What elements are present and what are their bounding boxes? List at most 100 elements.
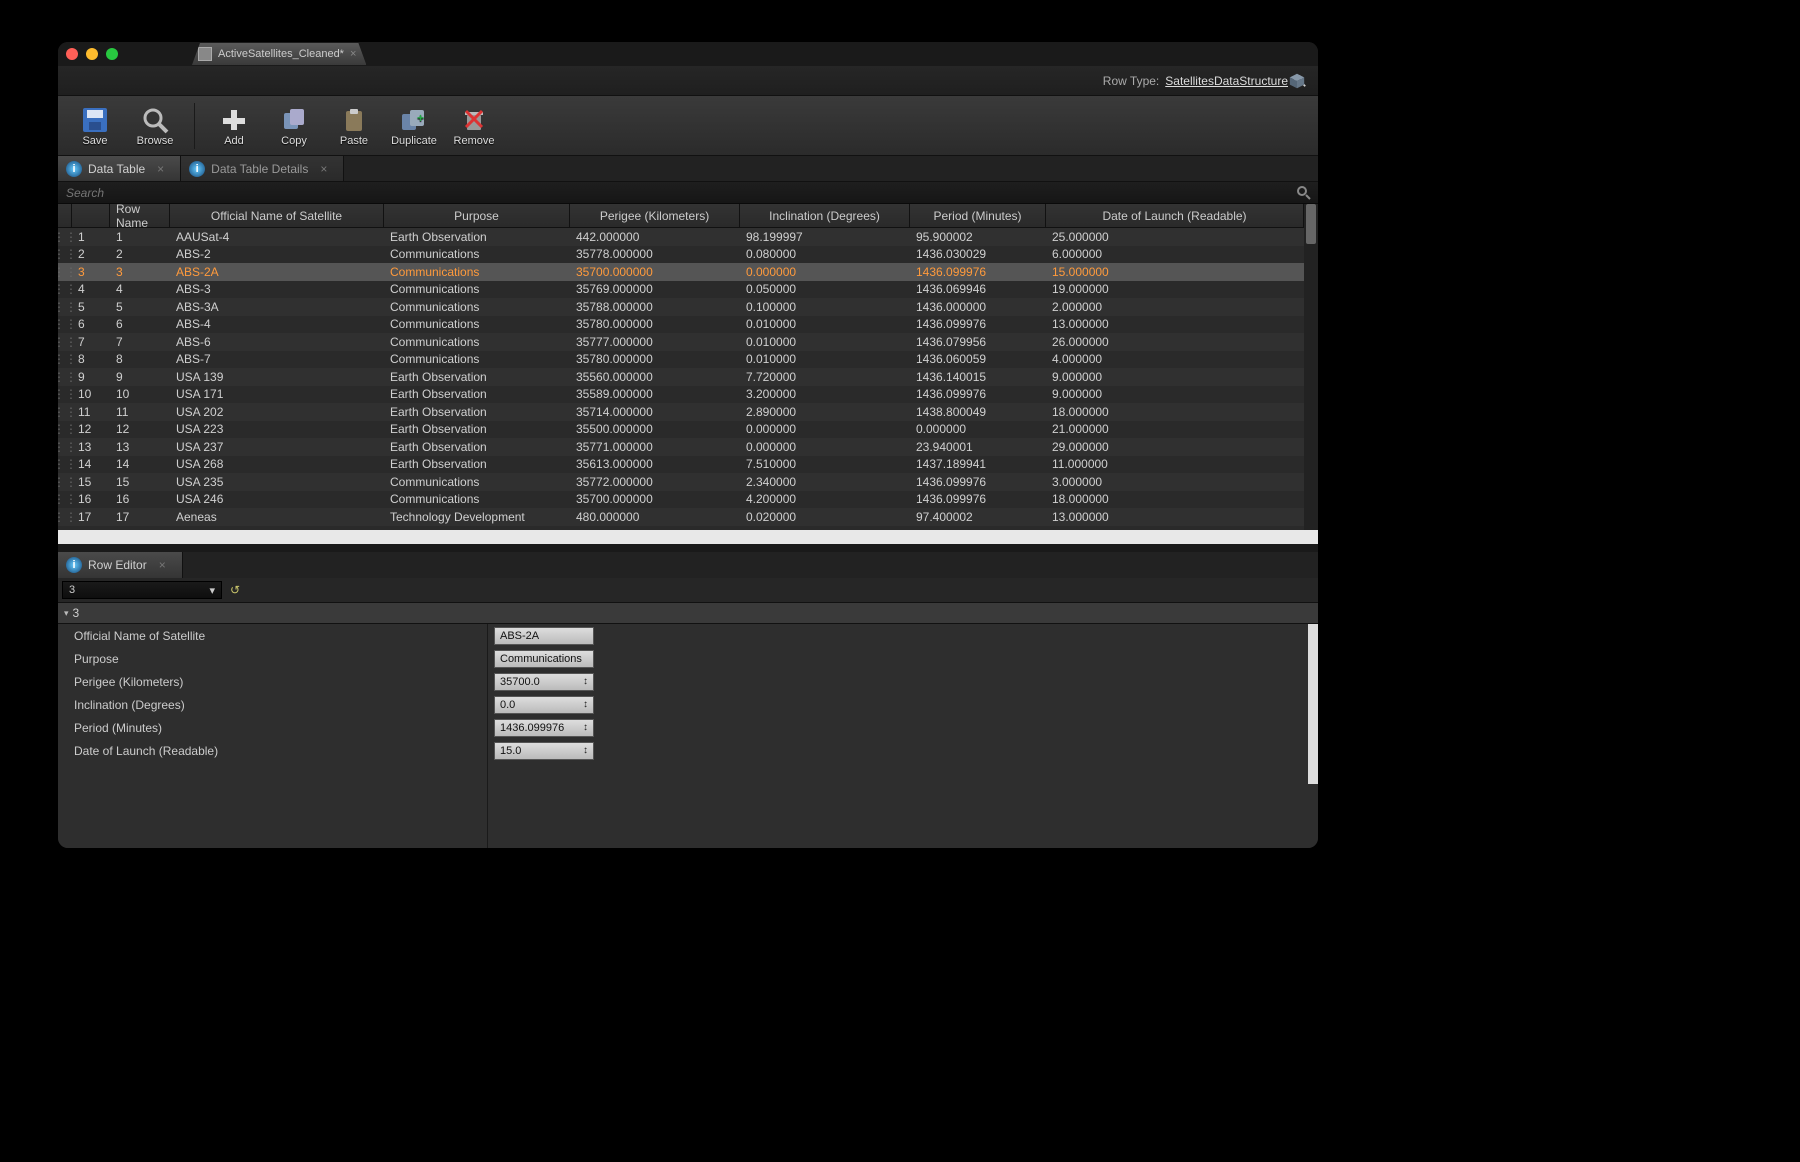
cell-official: USA 237 (170, 440, 384, 454)
browse-label: Browse (137, 135, 174, 147)
tab-data-table-label: Data Table (88, 162, 145, 176)
table-row[interactable]: ⋮⋮33ABS-2ACommunications35700.0000000.00… (58, 263, 1304, 281)
tab-data-table-details[interactable]: i Data Table Details × (181, 156, 344, 181)
table-row[interactable]: ⋮⋮1212USA 223Earth Observation35500.0000… (58, 421, 1304, 439)
grid-header-official[interactable]: Official Name of Satellite (170, 204, 384, 227)
paste-button[interactable]: Paste (327, 98, 381, 154)
table-row[interactable]: ⋮⋮11AAUSat-4Earth Observation442.0000009… (58, 228, 1304, 246)
row-drag-handle-icon[interactable]: ⋮⋮ (58, 422, 72, 436)
row-drag-handle-icon[interactable]: ⋮⋮ (58, 230, 72, 244)
grid-horizontal-scrollbar[interactable] (58, 530, 1318, 544)
row-drag-handle-icon[interactable]: ⋮⋮ (58, 457, 72, 471)
row-drag-handle-icon[interactable]: ⋮⋮ (58, 475, 72, 489)
tab-data-table[interactable]: i Data Table × (58, 156, 181, 181)
row-drag-handle-icon[interactable]: ⋮⋮ (58, 335, 72, 349)
property-input-launch[interactable]: 15.0 (494, 742, 594, 760)
row-drag-handle-icon[interactable]: ⋮⋮ (58, 265, 72, 279)
grid-header-perigee[interactable]: Perigee (Kilometers) (570, 204, 740, 227)
add-button[interactable]: Add (207, 98, 261, 154)
cell-inclination: 0.100000 (740, 300, 910, 314)
cell-launch: 26.000000 (1046, 335, 1304, 349)
property-input-period[interactable]: 1436.099976 (494, 719, 594, 737)
close-panel-tab-button[interactable]: × (159, 558, 166, 572)
table-row[interactable]: ⋮⋮1414USA 268Earth Observation35613.0000… (58, 456, 1304, 474)
row-drag-handle-icon[interactable]: ⋮⋮ (58, 352, 72, 366)
table-row[interactable]: ⋮⋮88ABS-7Communications35780.0000000.010… (58, 351, 1304, 369)
table-row[interactable]: ⋮⋮44ABS-3Communications35769.0000000.050… (58, 281, 1304, 299)
copy-button[interactable]: Copy (267, 98, 321, 154)
table-row[interactable]: ⋮⋮66ABS-4Communications35780.0000000.010… (58, 316, 1304, 334)
table-row[interactable]: ⋮⋮1616USA 246Communications35700.0000004… (58, 491, 1304, 509)
table-row[interactable]: ⋮⋮1515USA 235Communications35772.0000002… (58, 473, 1304, 491)
close-tab-button[interactable]: × (350, 48, 356, 60)
table-row[interactable]: ⋮⋮22ABS-2Communications35778.0000000.080… (58, 246, 1304, 264)
row-drag-handle-icon[interactable]: ⋮⋮ (58, 510, 72, 524)
table-row[interactable]: ⋮⋮1010USA 171Earth Observation35589.0000… (58, 386, 1304, 404)
cell-purpose: Earth Observation (384, 230, 570, 244)
grid-header-purpose[interactable]: Purpose (384, 204, 570, 227)
tab-row-editor[interactable]: i Row Editor × (58, 552, 183, 578)
table-row[interactable]: ⋮⋮1717AeneasTechnology Development480.00… (58, 508, 1304, 526)
row-drag-handle-icon[interactable]: ⋮⋮ (58, 440, 72, 454)
cell-period: 1438.800049 (910, 405, 1046, 419)
browse-button[interactable]: Browse (128, 98, 182, 154)
cell-rowname: 15 (110, 475, 170, 489)
row-drag-handle-icon[interactable]: ⋮⋮ (58, 370, 72, 384)
document-tab[interactable]: ActiveSatellites_Cleaned* × (192, 43, 366, 65)
row-editor-scrollbar[interactable] (1308, 624, 1318, 784)
table-row[interactable]: ⋮⋮1313USA 237Earth Observation35771.0000… (58, 438, 1304, 456)
scrollbar-thumb[interactable] (1306, 204, 1316, 244)
cell-rowname: 6 (110, 317, 170, 331)
row-drag-handle-icon[interactable]: ⋮⋮ (58, 247, 72, 261)
cell-official: Aeneas (170, 510, 384, 524)
minimize-window-button[interactable] (86, 48, 98, 60)
cell-rowname: 11 (110, 405, 170, 419)
grid-vertical-scrollbar[interactable] (1304, 204, 1318, 530)
grid-header-launch[interactable]: Date of Launch (Readable) (1046, 204, 1304, 227)
grid-header-rowname[interactable]: Row Name (110, 204, 170, 227)
property-label-purpose: Purpose (58, 647, 487, 670)
rowtype-value[interactable]: SatellitesDataStructure (1165, 74, 1288, 88)
row-drag-handle-icon[interactable]: ⋮⋮ (58, 317, 72, 331)
save-button[interactable]: Save (68, 98, 122, 154)
cell-purpose: Communications (384, 300, 570, 314)
grid-header-index[interactable] (72, 204, 110, 227)
row-drag-handle-icon[interactable]: ⋮⋮ (58, 405, 72, 419)
table-row[interactable]: ⋮⋮77ABS-6Communications35777.0000000.010… (58, 333, 1304, 351)
row-drag-handle-icon[interactable]: ⋮⋮ (58, 300, 72, 314)
cell-index: 3 (72, 265, 110, 279)
row-drag-handle-icon[interactable]: ⋮⋮ (58, 492, 72, 506)
disclosure-triangle-icon[interactable]: ▾ (64, 608, 69, 619)
cell-inclination: 2.890000 (740, 405, 910, 419)
reset-to-default-button[interactable]: ↺ (230, 583, 240, 597)
cell-period: 95.900002 (910, 230, 1046, 244)
duplicate-button[interactable]: + Duplicate (387, 98, 441, 154)
close-panel-tab-button[interactable]: × (157, 162, 164, 176)
table-row[interactable]: ⋮⋮1111USA 202Earth Observation35714.0000… (58, 403, 1304, 421)
grid-header-period[interactable]: Period (Minutes) (910, 204, 1046, 227)
search-input[interactable] (58, 186, 1296, 200)
cell-inclination: 0.020000 (740, 510, 910, 524)
row-drag-handle-icon[interactable]: ⋮⋮ (58, 387, 72, 401)
grid-header-inclination[interactable]: Inclination (Degrees) (740, 204, 910, 227)
row-editor-section-header[interactable]: ▾ 3 (58, 602, 1318, 624)
search-icon[interactable] (1296, 185, 1318, 201)
cell-inclination: 0.010000 (740, 317, 910, 331)
property-input-official[interactable]: ABS-2A (494, 627, 594, 645)
zoom-window-button[interactable] (106, 48, 118, 60)
remove-button[interactable]: Remove (447, 98, 501, 154)
close-window-button[interactable] (66, 48, 78, 60)
table-row[interactable]: ⋮⋮99USA 139Earth Observation35560.000000… (58, 368, 1304, 386)
cell-launch: 15.000000 (1046, 265, 1304, 279)
table-row[interactable]: ⋮⋮55ABS-3ACommunications35788.0000000.10… (58, 298, 1304, 316)
close-panel-tab-button[interactable]: × (320, 162, 327, 176)
property-input-purpose[interactable]: Communications (494, 650, 594, 668)
property-input-inclination[interactable]: 0.0 (494, 696, 594, 714)
viewport-cube-icon[interactable] (1288, 72, 1306, 90)
row-drag-handle-icon[interactable]: ⋮⋮ (58, 282, 72, 296)
cell-official: ABS-2 (170, 247, 384, 261)
property-input-perigee[interactable]: 35700.0 (494, 673, 594, 691)
horizontal-splitter[interactable] (58, 544, 1318, 552)
cell-index: 10 (72, 387, 110, 401)
row-select-dropdown[interactable]: 3 ▾ (62, 581, 222, 599)
